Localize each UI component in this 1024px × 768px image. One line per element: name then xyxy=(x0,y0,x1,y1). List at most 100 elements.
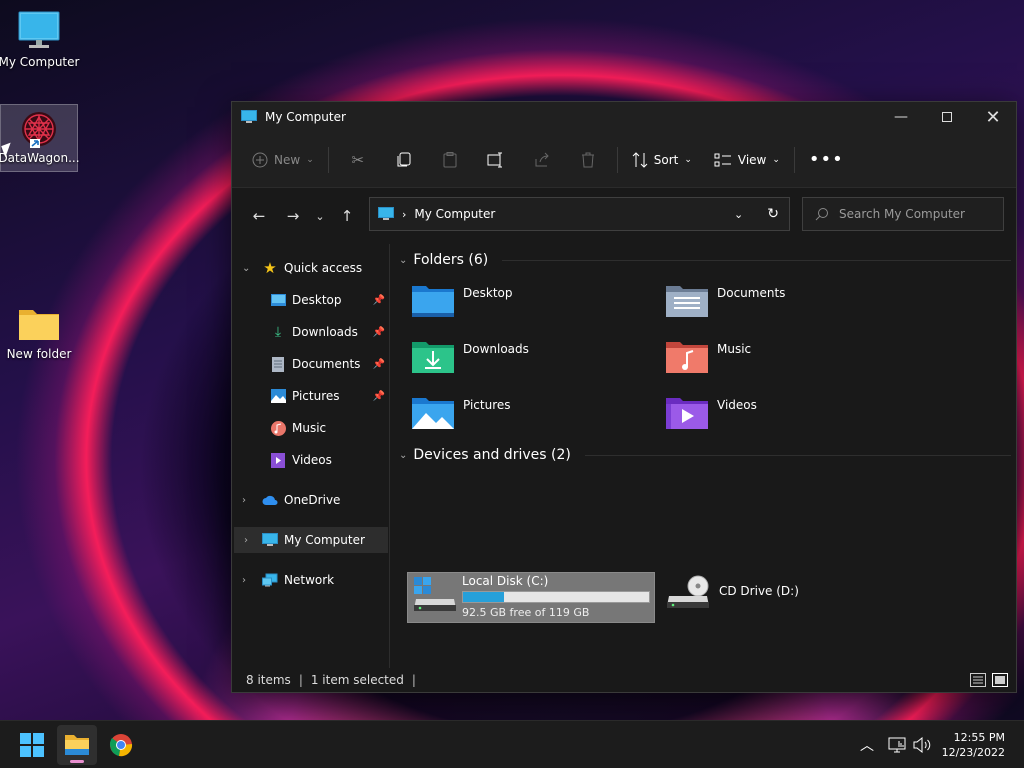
start-button[interactable] xyxy=(12,725,52,765)
downloads-folder-icon xyxy=(412,342,454,373)
sidebar-item-documents[interactable]: Documents 📌 xyxy=(232,351,389,377)
forward-button[interactable]: → xyxy=(278,201,308,231)
pin-icon[interactable]: 📌 xyxy=(373,327,385,338)
hard-drive-icon xyxy=(414,577,456,611)
drives-group-header[interactable]: ⌄ Devices and drives (2) xyxy=(399,447,1011,463)
sidebar-item-label: Quick access xyxy=(284,261,363,275)
more-options-button[interactable]: ••• xyxy=(801,144,852,176)
large-icons-view-icon[interactable] xyxy=(992,673,1008,687)
sidebar-item-downloads[interactable]: ⤓ Downloads 📌 xyxy=(232,319,389,345)
paste-button[interactable] xyxy=(427,144,473,176)
folder-item-pictures[interactable]: Pictures xyxy=(411,396,511,430)
maximize-button[interactable] xyxy=(924,102,970,132)
drive-item-d[interactable]: CD Drive (D:) xyxy=(665,574,799,612)
window-title: My Computer xyxy=(265,110,346,124)
details-view-icon[interactable] xyxy=(970,673,986,687)
desktop-folder-icon xyxy=(412,286,454,317)
sidebar-item-onedrive[interactable]: › OneDrive xyxy=(232,487,389,513)
chevron-down-icon: ⌄ xyxy=(242,262,251,274)
close-button[interactable]: ✕ xyxy=(970,102,1016,132)
desktop-icon-label: New folder xyxy=(6,347,72,361)
desktop-icon-label: My Computer xyxy=(0,55,80,69)
sidebar-item-videos[interactable]: Videos xyxy=(232,447,389,473)
computer-icon xyxy=(241,110,257,123)
copy-button[interactable] xyxy=(381,144,427,176)
sidebar-item-music[interactable]: Music xyxy=(232,415,389,441)
folder-label: Desktop xyxy=(463,286,513,300)
sort-icon xyxy=(632,151,648,168)
sidebar-item-desktop[interactable]: Desktop 📌 xyxy=(232,287,389,313)
address-bar[interactable]: › My Computer ⌄ ↻ xyxy=(369,197,790,231)
taskbar: ︿ 12:55 PM 12/23/2022 xyxy=(0,720,1024,768)
scissors-icon: ✂ xyxy=(351,150,365,169)
sidebar-item-label: Desktop xyxy=(292,293,342,307)
address-path: My Computer xyxy=(414,207,496,221)
music-icon xyxy=(270,420,286,436)
status-separator: | xyxy=(298,673,303,687)
minimize-button[interactable]: — xyxy=(878,102,924,132)
chevron-down-icon: ⌄ xyxy=(684,154,692,165)
folder-label: Documents xyxy=(717,286,786,300)
volume-icon[interactable] xyxy=(913,737,931,753)
sidebar-item-my-computer[interactable]: › My Computer xyxy=(234,527,388,553)
clock[interactable]: 12:55 PM 12/23/2022 xyxy=(942,730,1005,760)
search-box[interactable]: Search My Computer xyxy=(802,197,1004,231)
desktop-icon-new-folder[interactable]: New folder xyxy=(0,304,78,361)
pin-icon[interactable]: 📌 xyxy=(373,359,385,370)
taskbar-file-explorer[interactable] xyxy=(57,725,97,765)
search-icon xyxy=(815,208,828,221)
folder-item-downloads[interactable]: Downloads xyxy=(411,340,529,374)
desktop-icon-my-computer[interactable]: My Computer xyxy=(0,10,80,69)
sidebar-item-label: My Computer xyxy=(284,533,365,547)
folder-icon xyxy=(19,310,59,340)
up-button[interactable]: ↑ xyxy=(332,201,362,231)
sidebar-item-label: OneDrive xyxy=(284,493,341,507)
view-button[interactable]: View ⌄ xyxy=(706,144,788,176)
videos-folder-icon xyxy=(666,398,708,429)
cut-button[interactable]: ✂ xyxy=(335,144,381,176)
downloads-icon: ⤓ xyxy=(274,324,282,340)
pin-icon[interactable]: 📌 xyxy=(373,391,385,402)
pin-icon[interactable]: 📌 xyxy=(373,295,385,306)
sort-button[interactable]: Sort ⌄ xyxy=(624,144,700,176)
sidebar-item-label: Pictures xyxy=(292,389,340,403)
folder-item-desktop[interactable]: Desktop xyxy=(411,284,513,318)
sidebar-item-network[interactable]: › Network xyxy=(232,567,389,593)
sidebar-item-label: Music xyxy=(292,421,327,435)
navigation-pane: ⌄ ★ Quick access Desktop 📌 ⤓ Downloads 📌… xyxy=(232,244,390,668)
drive-item-c[interactable]: Local Disk (C:) 92.5 GB free of 119 GB xyxy=(407,572,655,623)
taskbar-chrome[interactable] xyxy=(101,725,141,765)
folder-item-music[interactable]: Music xyxy=(665,340,751,374)
pictures-folder-icon xyxy=(412,398,454,429)
sidebar-item-label: Documents xyxy=(292,357,361,371)
group-title: Devices and drives (2) xyxy=(413,447,571,463)
folder-item-videos[interactable]: Videos xyxy=(665,396,757,430)
documents-folder-icon xyxy=(666,286,708,317)
back-button[interactable]: ← xyxy=(244,201,274,231)
new-button[interactable]: New ⌄ xyxy=(244,144,322,176)
recent-locations-button[interactable]: ⌄ xyxy=(308,201,332,231)
folder-label: Downloads xyxy=(463,342,529,356)
datawagon-icon xyxy=(22,112,56,148)
rename-button[interactable] xyxy=(473,144,519,176)
sidebar-item-quick-access[interactable]: ⌄ ★ Quick access xyxy=(232,255,389,281)
desktop-icon-datawagon[interactable]: DataWagon... xyxy=(0,104,80,172)
folder-label: Pictures xyxy=(463,398,511,412)
computer-icon xyxy=(262,532,278,548)
folder-label: Music xyxy=(717,342,752,356)
drive-free-space: 92.5 GB free of 119 GB xyxy=(462,606,590,619)
network-tray-icon[interactable] xyxy=(888,737,906,753)
folders-group-header[interactable]: ⌄ Folders (6) xyxy=(399,252,1011,268)
delete-button[interactable] xyxy=(565,144,611,176)
group-title: Folders (6) xyxy=(413,252,489,268)
share-button[interactable] xyxy=(519,144,565,176)
show-hidden-icons-button[interactable]: ︿ xyxy=(860,735,874,755)
star-icon: ★ xyxy=(263,259,277,277)
address-dropdown-icon[interactable]: ⌄ xyxy=(734,208,743,221)
folder-item-documents[interactable]: Documents xyxy=(665,284,785,318)
view-icon xyxy=(714,153,731,166)
toolbar-separator xyxy=(327,146,329,173)
sidebar-item-pictures[interactable]: Pictures 📌 xyxy=(232,383,389,409)
content-pane: ⌄ Folders (6) Desktop Documents Download… xyxy=(391,244,1016,668)
refresh-icon[interactable]: ↻ xyxy=(767,206,779,222)
